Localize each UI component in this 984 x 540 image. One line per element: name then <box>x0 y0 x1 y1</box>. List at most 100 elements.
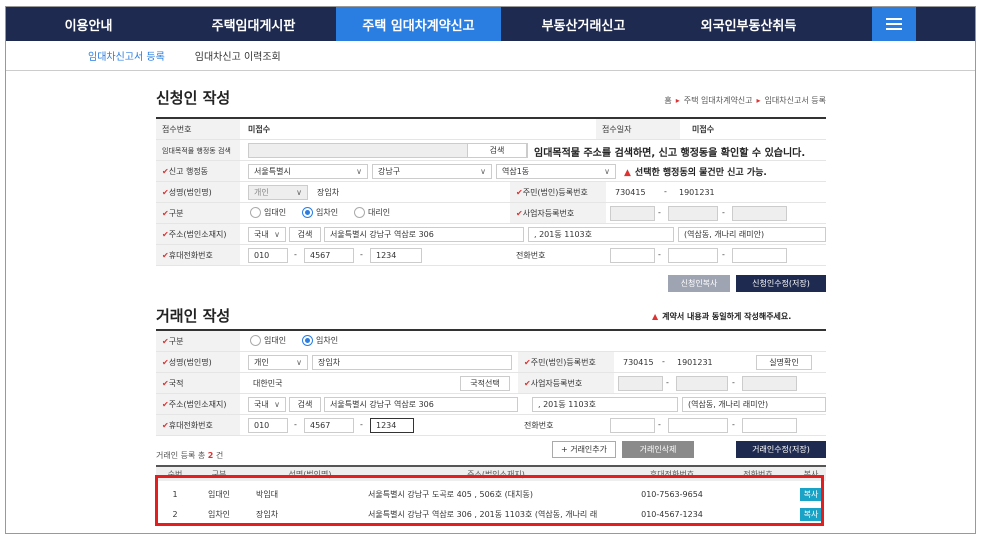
biz-no-2[interactable] <box>668 206 718 221</box>
dash: - <box>722 208 725 217</box>
top-navigation: 이용안내 주택임대게시판 주택 임대차계약신고 부동산거래신고 외국인부동산취득 <box>6 7 975 41</box>
party-mobile-2[interactable]: 4567 <box>304 418 354 433</box>
party-biz-label: ✔ 사업자등록번호 <box>518 373 614 393</box>
party-name-input[interactable]: 장임차 <box>312 355 512 370</box>
addr-country-select[interactable]: 국내 <box>248 227 286 242</box>
mobile-1[interactable]: 010 <box>248 248 288 263</box>
receipt-no-label: 접수번호 <box>156 119 240 139</box>
dash: - <box>664 187 667 196</box>
biz-label: ✔ 사업자등록번호 <box>510 203 606 223</box>
addr-road-input[interactable]: 서울특별시 강남구 역삼로 306 <box>324 227 524 242</box>
nav-realestate-report[interactable]: 부동산거래신고 <box>501 7 666 41</box>
biz-no-3[interactable] <box>732 206 787 221</box>
party-addr-country-select[interactable]: 국내 <box>248 397 286 412</box>
hamburger-menu-icon[interactable] <box>872 7 916 41</box>
party-phone-2[interactable] <box>668 418 728 433</box>
breadcrumb-lease[interactable]: 주택 임대차계약신고 <box>684 96 753 105</box>
address-search-button[interactable]: 검색 <box>467 143 527 158</box>
nav-guide[interactable]: 이용안내 <box>6 7 171 41</box>
name-type-select[interactable]: 개인 <box>248 185 308 200</box>
subnav-register[interactable]: 임대차신고서 등록 <box>88 48 165 63</box>
dash: - <box>658 208 661 217</box>
party-nation-input[interactable]: 대한민국 <box>248 376 456 391</box>
party-resident-front[interactable]: 730415 <box>618 355 660 370</box>
party-addr-detail-input[interactable]: , 201동 1103호 <box>532 397 678 412</box>
party-addr-search-button[interactable]: 검색 <box>289 397 321 412</box>
mobile-2[interactable]: 4567 <box>304 248 354 263</box>
resident-front[interactable]: 730415 <box>610 185 660 200</box>
receipt-date-value: 미접수 <box>692 125 715 134</box>
phone-1[interactable] <box>610 248 655 263</box>
party-biz-3[interactable] <box>742 376 797 391</box>
admin-district-select[interactable]: 강남구 <box>372 164 492 179</box>
party-mobile-3[interactable]: 1234 <box>370 418 414 433</box>
addr-search-button[interactable]: 검색 <box>289 227 321 242</box>
nav-lease-report[interactable]: 주택 임대차계약신고 <box>336 7 501 41</box>
resident-back[interactable]: 1901231 <box>674 185 724 200</box>
sub-navigation: 임대차신고서 등록 임대차신고 이력조회 <box>6 41 975 71</box>
add-party-button[interactable]: + 거래인추가 <box>552 441 616 458</box>
receipt-row: 접수번호 미접수 접수일자 미접수 <box>156 119 826 140</box>
dash: - <box>360 250 363 259</box>
dash: - <box>732 420 735 429</box>
biz-no-1[interactable] <box>610 206 655 221</box>
party-phone-1[interactable] <box>610 418 655 433</box>
party-name-type-select[interactable]: 개인 <box>248 355 308 370</box>
nav-board[interactable]: 주택임대게시판 <box>171 7 336 41</box>
mobile-label: ✔ 휴대전화번호 <box>156 245 240 265</box>
admin-city-select[interactable]: 서울특별시 <box>248 164 368 179</box>
dash: - <box>658 420 661 429</box>
party-radio-lessee[interactable]: 임차인 <box>302 335 338 346</box>
applicant-copy-button[interactable]: 신청인복사 <box>668 275 730 292</box>
dash: - <box>360 420 363 429</box>
breadcrumb-home[interactable]: 홈 <box>664 96 671 105</box>
highlight-box <box>155 475 824 526</box>
party-addr-road-input[interactable]: 서울특별시 강남구 역삼로 306 <box>324 397 518 412</box>
party-addr-row: ✔주소(법인소재지) 국내 검색 서울특별시 강남구 역삼로 306 , 201… <box>156 394 826 415</box>
subnav-history[interactable]: 임대차신고 이력조회 <box>195 48 281 63</box>
dash: - <box>722 250 725 259</box>
breadcrumb: 홈 ▸ 주택 임대차계약신고 ▸ 임대차신고서 등록 <box>664 96 826 105</box>
party-biz-1[interactable] <box>618 376 663 391</box>
party-title: 거래인 작성 <box>156 307 231 325</box>
address-search-notice: 임대목적물 주소를 검색하면, 신고 행정동을 확인할 수 있습니다. <box>534 148 806 159</box>
delete-party-button[interactable]: 거래인삭제 <box>622 441 694 458</box>
addr-extra-input[interactable]: (역삼동, 개나리 래미안) <box>678 227 826 242</box>
name-label: ✔ 성명(법인명) <box>156 182 240 202</box>
applicant-type-row: ✔ 구분 임대인 임차인 대리인 ✔ 사업자등록번호 - - <box>156 203 826 224</box>
breadcrumb-current: 임대차신고서 등록 <box>764 96 826 105</box>
party-radio-lessor[interactable]: 임대인 <box>250 335 286 346</box>
nation-select-button[interactable]: 국적선택 <box>460 376 510 391</box>
applicant-mobile-row: ✔ 휴대전화번호 010 - 4567 - 1234 전화번호 - - <box>156 245 826 266</box>
party-warning: ▲ 계약서 내용과 동일하게 작성해주세요. <box>652 312 792 321</box>
party-resident-label: ✔ 주민(법인)등록번호 <box>518 352 614 372</box>
phone-3[interactable] <box>732 248 787 263</box>
verify-name-button[interactable]: 실명확인 <box>756 355 812 370</box>
receipt-no-value: 미접수 <box>248 125 271 134</box>
radio-lessor[interactable]: 임대인 <box>250 207 286 218</box>
party-count: 거래인 등록 총 2 건 <box>156 451 224 460</box>
party-mobile-row: ✔ 휴대전화번호 010 - 4567 - 1234 전화번호 - - <box>156 415 826 436</box>
addr-detail-input[interactable]: , 201동 1103호 <box>528 227 674 242</box>
admin-dong-select[interactable]: 역삼1동 <box>496 164 616 179</box>
phone-2[interactable] <box>668 248 718 263</box>
party-save-button[interactable]: 거래인수정(저장) <box>736 441 826 458</box>
dash: - <box>732 378 735 387</box>
dash: - <box>294 250 297 259</box>
type-label: ✔ 구분 <box>156 203 240 223</box>
party-phone-3[interactable] <box>742 418 797 433</box>
radio-lessee[interactable]: 임차인 <box>302 207 338 218</box>
dash: - <box>294 420 297 429</box>
browser-frame: 이용안내 주택임대게시판 주택 임대차계약신고 부동산거래신고 외국인부동산취득… <box>5 6 976 534</box>
name-input[interactable]: 장임차 <box>312 185 482 200</box>
resident-label: ✔ 주민(법인)등록번호 <box>510 182 606 202</box>
nav-foreign-acquisition[interactable]: 외국인부동산취득 <box>666 7 831 41</box>
mobile-3[interactable]: 1234 <box>370 248 422 263</box>
party-mobile-1[interactable]: 010 <box>248 418 288 433</box>
radio-agent[interactable]: 대리인 <box>354 207 390 218</box>
party-addr-extra-input[interactable]: (역삼동, 개나리 래미안) <box>682 397 826 412</box>
applicant-save-button[interactable]: 신청인수정(저장) <box>736 275 826 292</box>
party-biz-2[interactable] <box>676 376 728 391</box>
applicant-form: 접수번호 미접수 접수일자 미접수 임대목적물 행정동 검색 검색 임대목적물 … <box>156 117 826 266</box>
party-resident-back[interactable]: 1901231 <box>672 355 722 370</box>
